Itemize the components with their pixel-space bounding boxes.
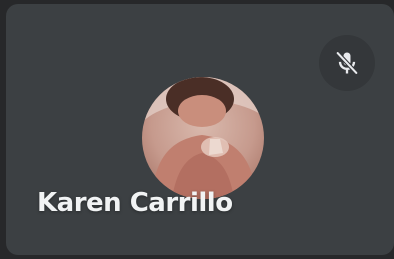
mic-muted-indicator	[319, 35, 375, 91]
microphone-off-icon	[335, 50, 359, 76]
avatar	[142, 77, 264, 199]
participant-photo	[142, 77, 264, 199]
participant-name: Karen Carrillo	[37, 188, 233, 218]
participant-tile[interactable]: Karen Carrillo	[6, 4, 394, 255]
